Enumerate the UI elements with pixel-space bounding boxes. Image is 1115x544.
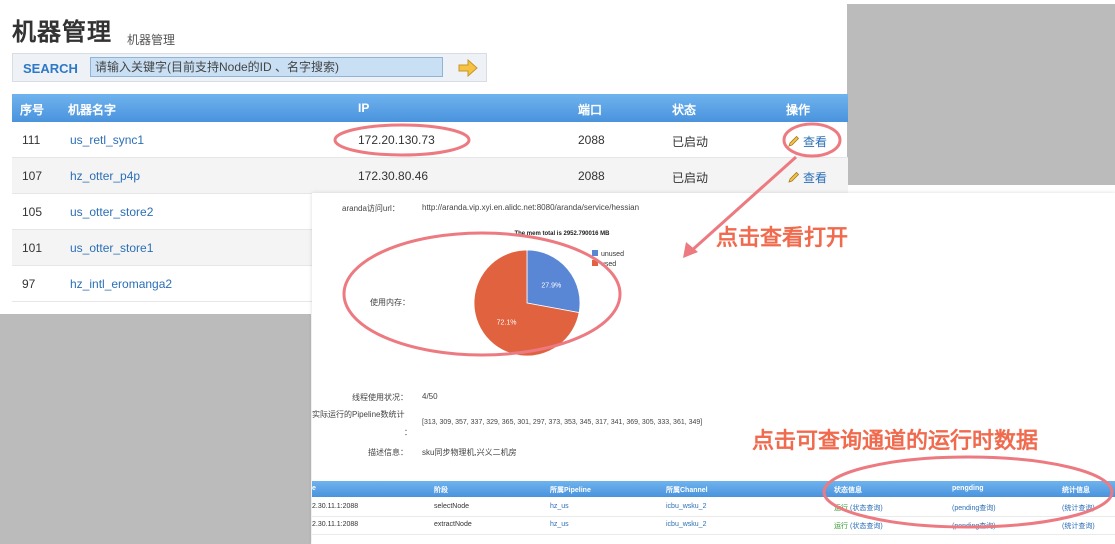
node-ip: 2.30.11.1:2088: [312, 503, 359, 510]
pipeline-count-colon: ：: [404, 428, 412, 437]
col-header-stage: 阶段: [434, 487, 448, 494]
pie-data-label: 27.9%: [541, 282, 561, 289]
aranda-url-value: http://aranda.vip.xyi.en.alidc.net:8080/…: [422, 203, 640, 212]
col-header-channel: 所属Channel: [666, 487, 708, 494]
col-header-pipeline: 所属Pipeline: [550, 487, 591, 494]
pie-slice-unused: [526, 249, 581, 314]
highlight-ip-ellipse: [333, 123, 471, 157]
pipeline-row: 2.30.11.1:2088 extractNode hz_us icbu_ws…: [312, 517, 1115, 535]
chart-title: The mem total is 2952.790016 MB: [514, 231, 610, 237]
description-value: sku同步物理机,兴义二机房: [422, 448, 517, 457]
stats-query-link[interactable]: (统计查询): [1062, 503, 1095, 513]
annotation-open-hint: 点击查看打开: [716, 225, 849, 250]
memory-chart: The mem total is 2952.790016 MB: [462, 231, 662, 237]
pipeline-count-value: [313, 309, 357, 337, 329, 365, 301, 297,…: [422, 419, 703, 426]
pipeline-link[interactable]: hz_us: [550, 503, 569, 510]
legend-label: used: [601, 261, 616, 268]
stage: selectNode: [434, 503, 470, 510]
pipeline-count-label: 实际运行的Pipeline数统计: [312, 410, 405, 419]
channel-link[interactable]: icbu_wsku_2: [666, 503, 706, 510]
legend-swatch: [592, 260, 598, 266]
annotation-runtime-hint: 点击可查询通道的运行时数据: [752, 428, 1039, 453]
run-status: 运行: [834, 523, 848, 530]
col-header-ip: e: [312, 485, 316, 492]
pipeline-row: 2.30.11.1:2088 selectNode hz_us icbu_wsk…: [312, 499, 1115, 517]
pending-query-link[interactable]: (pending查询): [952, 521, 996, 531]
thread-label: 线程使用状况：: [352, 393, 408, 402]
col-header-status: 状态信息: [834, 487, 862, 494]
stage: extractNode: [434, 521, 472, 528]
node-ip: 2.30.11.1:2088: [312, 521, 359, 528]
pipeline-table-header: e 阶段 所属Pipeline 所属Channel 状态信息 pengding …: [312, 481, 1115, 497]
highlight-view-ellipse: [782, 122, 842, 158]
stats-query-link[interactable]: (统计查询): [1062, 521, 1095, 531]
machine-detail-panel: aranda访问url： http://aranda.vip.xyi.en.al…: [312, 193, 1115, 544]
description-label: 描述信息：: [368, 448, 408, 457]
status-query-link[interactable]: (状态查询): [850, 503, 883, 513]
aranda-url-label: aranda访问url：: [342, 204, 400, 213]
run-status: 运行: [834, 505, 848, 512]
pie-data-label: 72.1%: [497, 320, 517, 327]
memory-pie-chart: 27.9% 72.1% unused used: [473, 249, 624, 357]
channel-link[interactable]: icbu_wsku_2: [666, 521, 706, 528]
thread-value: 4/50: [422, 392, 438, 401]
memory-label: 使用内存：: [370, 298, 410, 307]
status-query-link[interactable]: (状态查询): [850, 521, 883, 531]
col-header-stats: 统计信息: [1062, 487, 1090, 494]
pending-query-link[interactable]: (pending查询): [952, 503, 996, 513]
legend-label: unused: [601, 251, 624, 258]
col-header-pending: pengding: [952, 485, 984, 492]
legend-swatch: [592, 250, 598, 256]
pipeline-link[interactable]: hz_us: [550, 521, 569, 528]
